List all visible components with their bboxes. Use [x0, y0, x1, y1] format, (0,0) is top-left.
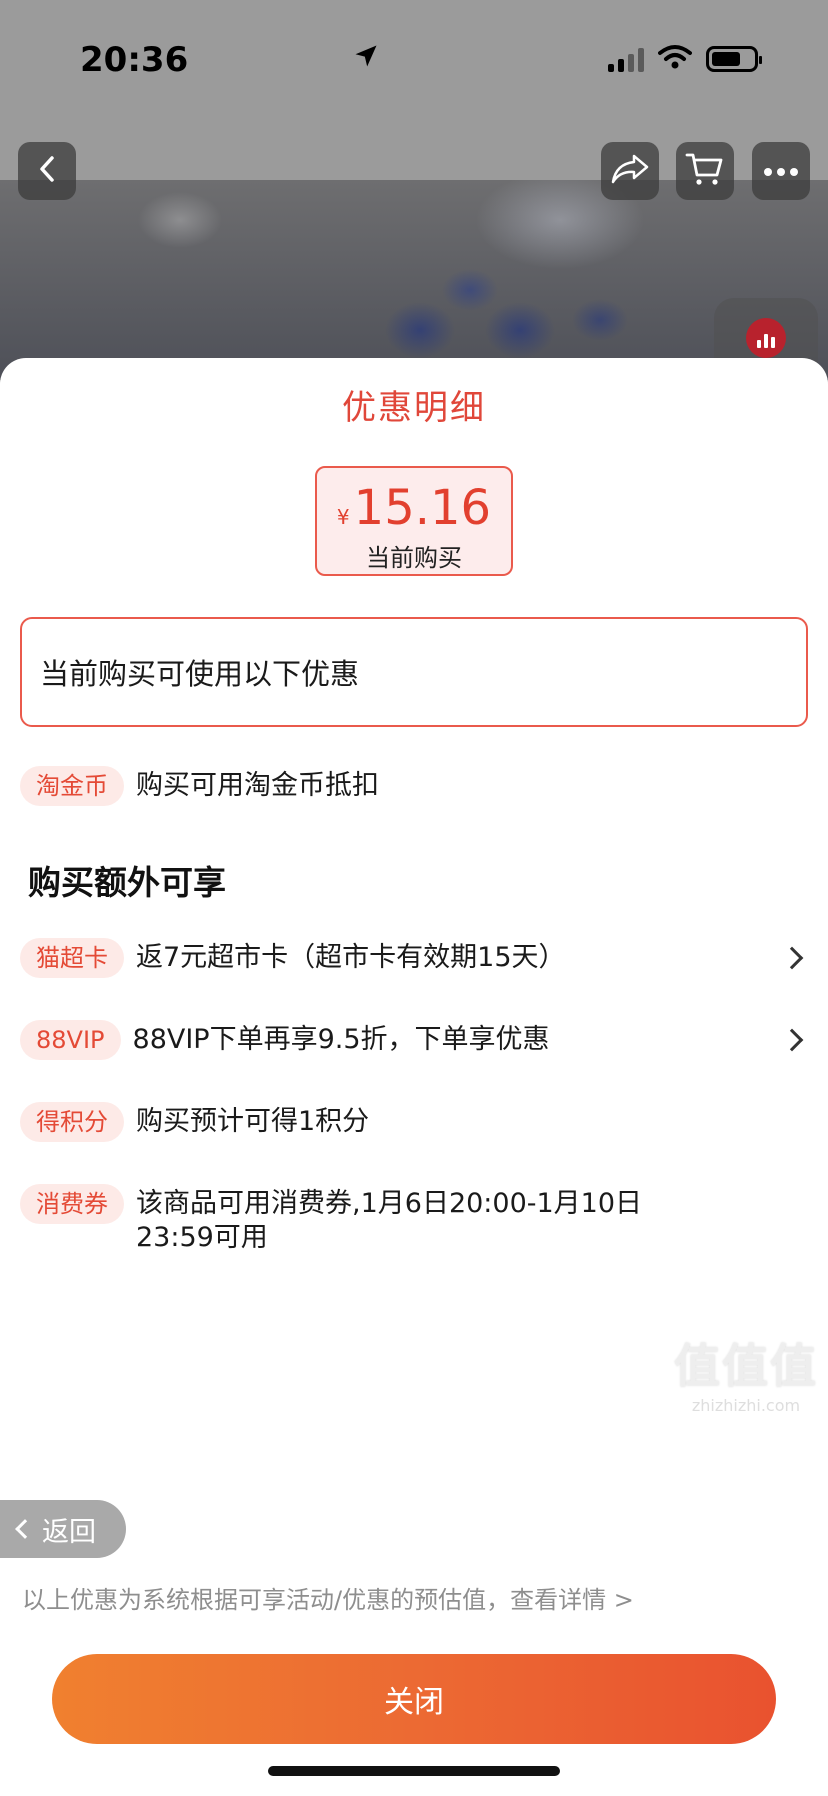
- cart-button[interactable]: [676, 142, 734, 200]
- share-icon: [610, 152, 650, 190]
- benefit-tag: 得积分: [20, 1102, 124, 1142]
- site-watermark: 值值值 zhizhizhi.com: [674, 1330, 818, 1415]
- discount-summary-bubble: 当前购买可使用以下优惠: [20, 617, 808, 727]
- close-button[interactable]: 关闭: [52, 1654, 776, 1744]
- coin-text: 购买可用淘金币抵扣: [136, 770, 379, 801]
- wifi-icon: [658, 44, 692, 74]
- battery-icon: [706, 46, 762, 72]
- more-button[interactable]: [752, 142, 810, 200]
- location-arrow-icon: [352, 42, 380, 74]
- home-indicator: [268, 1766, 560, 1776]
- cart-icon: [685, 151, 725, 191]
- watermark-url: zhizhizhi.com: [691, 1396, 801, 1415]
- benefit-tag: 88VIP: [20, 1020, 121, 1060]
- return-button[interactable]: 返回: [0, 1500, 126, 1558]
- estimate-disclaimer-link[interactable]: 以上优惠为系统根据可享活动/优惠的预估值，查看详情 >: [22, 1580, 634, 1615]
- status-bar-icons: [355, 44, 762, 74]
- watermark-logo: 值值值: [674, 1339, 818, 1393]
- bubble-text: 当前购买可使用以下优惠: [40, 657, 360, 691]
- discount-details-sheet: 优惠明细 ¥ 15.16 当前购买 当前购买可使用以下优惠 淘金币 购买可用淘金…: [0, 358, 828, 1796]
- share-button[interactable]: [601, 142, 659, 200]
- currency-symbol: ¥: [336, 505, 350, 529]
- benefit-text: 返7元超市卡（超市卡有效期15天）: [136, 942, 566, 973]
- benefit-tag: 猫超卡: [20, 938, 124, 978]
- extra-benefits-title: 购买额外可享: [28, 863, 226, 902]
- bar-chart-icon: [746, 318, 786, 358]
- benefit-row-points: 得积分 购买预计可得1积分: [20, 1102, 810, 1142]
- price-value: ¥ 15.16: [317, 480, 511, 536]
- benefit-text: 88VIP下单再享9.5折，下单享优惠: [132, 1024, 550, 1055]
- current-price-box: ¥ 15.16 当前购买: [315, 466, 513, 576]
- back-nav-button[interactable]: [18, 142, 76, 200]
- benefit-row-88vip[interactable]: 88VIP 88VIP下单再享9.5折，下单享优惠: [20, 1020, 810, 1060]
- status-bar-time: 20:36: [80, 40, 189, 80]
- cellular-signal-icon: [608, 46, 644, 72]
- chevron-left-icon: [35, 154, 59, 188]
- coin-tag: 淘金币: [20, 766, 124, 806]
- more-dots-icon: [763, 162, 799, 181]
- sheet-title: 优惠明细: [342, 388, 486, 428]
- coin-discount-row: 淘金币 购买可用淘金币抵扣: [20, 766, 810, 806]
- return-label: 返回: [42, 1516, 96, 1548]
- chevron-left-icon: [15, 1519, 35, 1539]
- benefit-text: 该商品可用消费券,1月6日20:00-1月10日 23:59可用: [136, 1188, 643, 1253]
- benefit-tag: 消费券: [20, 1184, 124, 1224]
- product-photo: [0, 180, 828, 380]
- price-caption: 当前购买: [366, 544, 462, 572]
- price-amount: 15.16: [353, 480, 492, 536]
- benefit-row-supermarket-card[interactable]: 猫超卡 返7元超市卡（超市卡有效期15天）: [20, 938, 810, 978]
- benefit-text: 购买预计可得1积分: [136, 1106, 370, 1137]
- benefit-row-voucher: 消费券 该商品可用消费券,1月6日20:00-1月10日 23:59可用: [20, 1184, 810, 1255]
